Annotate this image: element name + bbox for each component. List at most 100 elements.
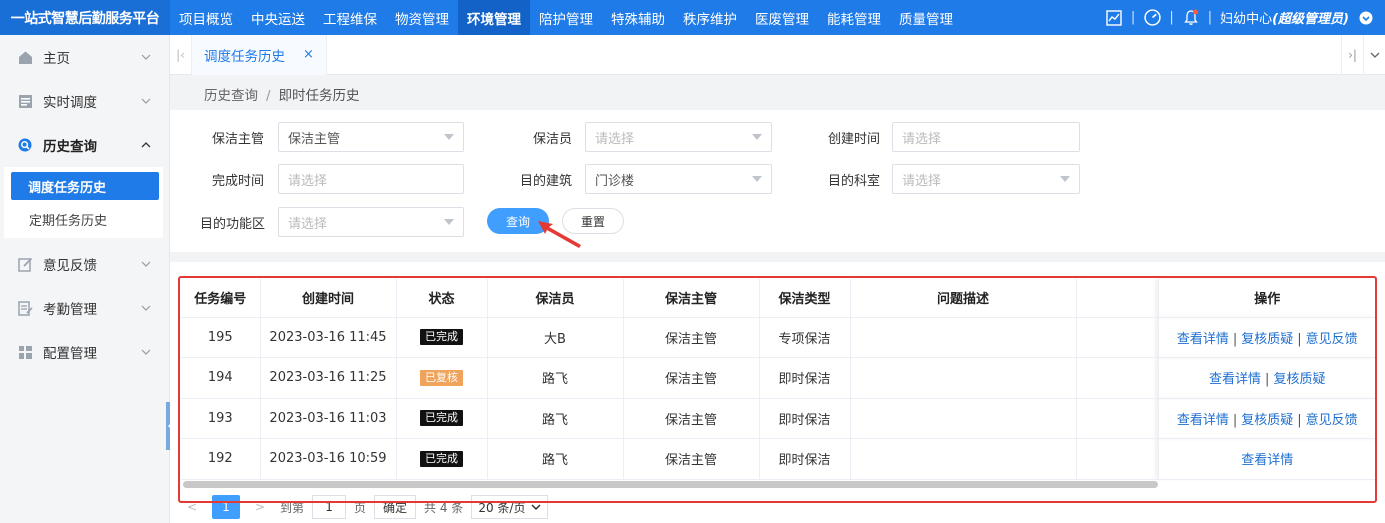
status-badge: 已完成 [420, 450, 463, 467]
column-header [1076, 279, 1159, 318]
sidebar-item-config[interactable]: 配置管理 [0, 330, 169, 374]
user-name: 妇幼中心 [1220, 12, 1273, 27]
sidebar-item-label: 考勤管理 [43, 302, 97, 318]
cell-id: 195 [181, 317, 261, 358]
separator: | [1130, 10, 1136, 25]
cell-blank [1076, 398, 1159, 439]
table-row: 195 2023-03-16 11:45 已完成 大B 保洁主管 专项保洁 查看… [181, 317, 1376, 358]
sidebar-item-feedback[interactable]: 意见反馈 [0, 242, 169, 286]
created-time-picker[interactable]: 请选择 [892, 122, 1080, 152]
filter-label-created: 创建时间 [828, 132, 881, 147]
close-icon[interactable]: × [303, 47, 314, 62]
user-info[interactable]: 妇幼中心(超级管理员) [1220, 8, 1349, 27]
total-count: 共 4 条 [424, 500, 464, 515]
ops-separator: | [1297, 331, 1302, 347]
tabs-scroll-left-icon[interactable]: |‹ [170, 34, 192, 75]
goto-page-input[interactable]: 1 [312, 495, 347, 519]
table-row: 193 2023-03-16 11:03 已完成 路飞 保洁主管 即时保洁 查看… [181, 398, 1376, 439]
top-right-tools: | | | 妇幼中心(超级管理员) [1105, 0, 1375, 35]
status-badge: 已完成 [420, 410, 463, 427]
bell-icon[interactable] [1182, 9, 1200, 27]
picker-placeholder: 请选择 [288, 173, 328, 189]
next-page-button[interactable]: > [248, 500, 272, 514]
grid-icon [17, 344, 33, 360]
prev-page-button[interactable]: < [180, 500, 204, 514]
cell-blank [1076, 357, 1159, 399]
chevron-down-icon [141, 94, 151, 110]
page-size-value: 20 条/页 [478, 500, 526, 515]
review-question-link[interactable]: 复核质疑 [1241, 413, 1293, 428]
pagination: < 1 > 到第 1 页 确定 共 4 条 20 条/页 [180, 494, 549, 520]
chevron-down-icon[interactable] [1363, 35, 1385, 75]
dashboard-icon[interactable] [1143, 9, 1161, 27]
finished-time-picker[interactable]: 请选择 [278, 164, 464, 194]
nav-item[interactable]: 物资管理 [386, 0, 458, 35]
nav-item[interactable]: 特殊辅助 [602, 0, 674, 35]
chevron-down-icon [141, 345, 151, 361]
view-detail-link[interactable]: 查看详情 [1177, 332, 1229, 347]
tab-dispatch-history[interactable]: 调度任务历史 × [192, 34, 327, 75]
select-placeholder: 请选择 [902, 173, 942, 189]
feedback-link[interactable]: 意见反馈 [1306, 413, 1358, 428]
column-header: 任务编号 [181, 279, 261, 318]
cell-created: 2023-03-16 11:03 [260, 398, 397, 439]
nav-item[interactable]: 质量管理 [890, 0, 962, 35]
chevron-down-icon[interactable] [1357, 9, 1375, 27]
cell-supervisor: 保洁主管 [623, 398, 760, 439]
filter-label-supervisor: 保洁主管 [212, 132, 265, 147]
nav-item-active[interactable]: 环境管理 [458, 0, 530, 35]
supervisor-select[interactable]: 保洁主管 [278, 122, 464, 152]
ops-separator: | [1232, 331, 1238, 347]
nav-item[interactable]: 中央运送 [242, 0, 314, 35]
history-submenu: 调度任务历史 定期任务历史 [4, 167, 163, 238]
chevron-down-icon [531, 504, 541, 511]
tab-label: 调度任务历史 [204, 48, 285, 65]
review-question-link[interactable]: 复核质疑 [1273, 372, 1325, 387]
submenu-item-periodic-history[interactable]: 定期任务历史 [4, 200, 163, 238]
cell-cleaner: 大B [487, 317, 624, 358]
breadcrumb-parent[interactable]: 历史查询 [204, 88, 258, 104]
caret-down-icon [752, 134, 762, 140]
view-detail-link[interactable]: 查看详情 [1241, 453, 1293, 468]
nav-item[interactable]: 陪护管理 [530, 0, 602, 35]
page-number-current[interactable]: 1 [212, 495, 240, 519]
home-icon [17, 49, 33, 65]
picker-placeholder: 请选择 [902, 131, 942, 147]
filter-label-department: 目的科室 [828, 174, 881, 189]
review-question-link[interactable]: 复核质疑 [1241, 332, 1293, 347]
goto-confirm-button[interactable]: 确定 [374, 495, 417, 519]
sidebar-item-attendance[interactable]: 考勤管理 [0, 286, 169, 330]
department-select[interactable]: 请选择 [892, 164, 1080, 194]
nav-item[interactable]: 项目概览 [170, 0, 242, 35]
sidebar-item-dispatch[interactable]: 实时调度 [0, 79, 169, 123]
horizontal-scrollbar[interactable] [183, 481, 1158, 488]
nav-item[interactable]: 医废管理 [746, 0, 818, 35]
sidebar-item-label: 配置管理 [43, 346, 97, 362]
column-header: 状态 [396, 279, 488, 318]
nav-item[interactable]: 能耗管理 [818, 0, 890, 35]
cleaner-select[interactable]: 请选择 [585, 122, 772, 152]
caret-down-icon [752, 176, 762, 182]
goto-label: 到第 [280, 500, 305, 515]
view-detail-link[interactable]: 查看详情 [1177, 413, 1229, 428]
feedback-link[interactable]: 意见反馈 [1306, 332, 1358, 347]
area-select[interactable]: 请选择 [278, 207, 464, 237]
page-size-select[interactable]: 20 条/页 [471, 495, 549, 519]
column-header: 保洁主管 [623, 279, 760, 318]
sidebar-item-history[interactable]: 历史查询 [0, 123, 169, 167]
column-header: 操作 [1158, 279, 1376, 318]
filter-label-finished: 完成时间 [212, 174, 265, 189]
cell-cleaner: 路飞 [487, 438, 624, 480]
building-select[interactable]: 门诊楼 [585, 164, 772, 194]
select-placeholder: 请选择 [288, 216, 328, 232]
status-badge: 已完成 [420, 329, 463, 346]
nav-item[interactable]: 秩序维护 [674, 0, 746, 35]
select-value: 保洁主管 [288, 131, 341, 147]
tabs-scroll-right-icon[interactable]: ›| [1341, 35, 1363, 75]
cell-id: 194 [181, 357, 261, 399]
chart-icon[interactable] [1105, 9, 1123, 27]
sidebar-item-home[interactable]: 主页 [0, 35, 169, 79]
view-detail-link[interactable]: 查看详情 [1209, 372, 1261, 387]
submenu-item-dispatch-history[interactable]: 调度任务历史 [11, 172, 159, 200]
nav-item[interactable]: 工程维保 [314, 0, 386, 35]
